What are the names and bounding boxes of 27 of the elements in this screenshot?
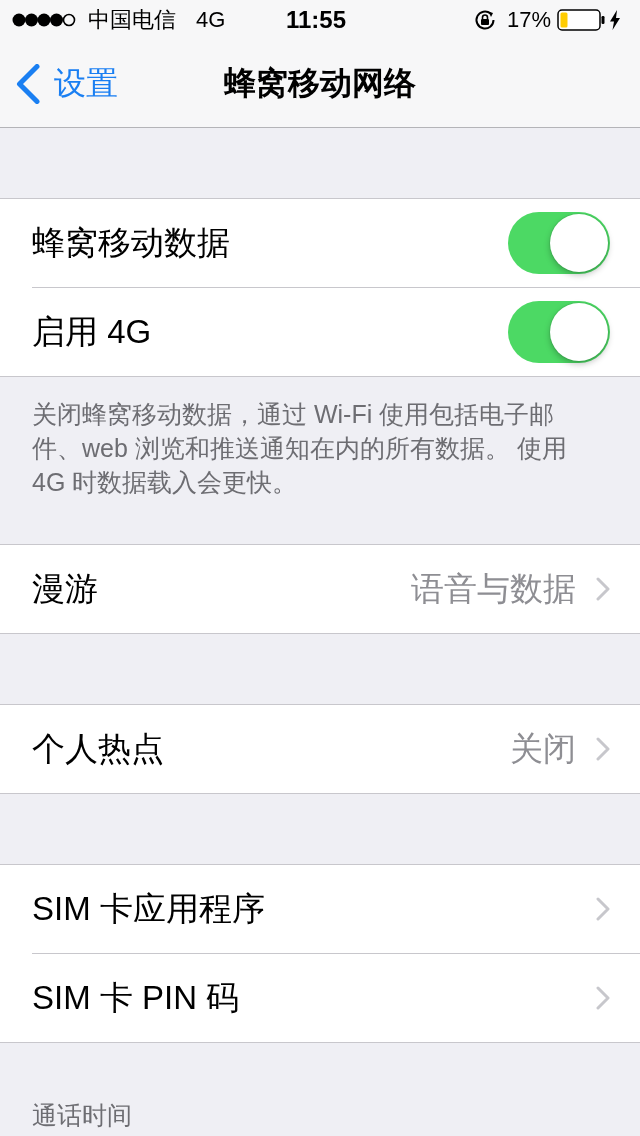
row-label: 蜂窝移动数据	[32, 222, 231, 263]
section-header: 通话时间	[31, 1100, 133, 1129]
battery-percentage: 17%	[506, 7, 551, 33]
rotation-lock-icon	[472, 8, 497, 32]
signal-icon	[12, 12, 76, 28]
row-value: 关闭	[510, 728, 576, 769]
network-type: 4G	[196, 7, 226, 33]
carrier-name: 中国电信	[88, 6, 176, 34]
chevron-left-icon	[16, 63, 40, 104]
chevron-right-icon	[596, 577, 610, 601]
row-label: SIM 卡 PIN 码	[32, 977, 241, 1018]
row-value: 语音与数据	[411, 568, 576, 609]
chevron-right-icon	[596, 737, 610, 761]
chevron-right-icon	[596, 986, 610, 1010]
back-button[interactable]: 设置	[0, 53, 124, 114]
battery-icon	[557, 9, 605, 31]
toggle-switch[interactable]	[508, 212, 610, 274]
row-label: 个人热点	[32, 728, 165, 769]
charging-bolt-icon	[610, 10, 620, 30]
row-label: 漫游	[32, 568, 99, 609]
toggle-switch[interactable]	[508, 301, 610, 363]
chevron-right-icon	[596, 897, 610, 921]
row-label: 启用 4G	[32, 311, 153, 352]
status-time: 11:55	[285, 6, 347, 34]
row-label: SIM 卡应用程序	[32, 888, 266, 929]
group-footer-text: 关闭蜂窝移动数据，通过 Wi-Fi 使用包括电子邮件、web 浏览和推送通知在内的所有数据。 使用 4G 时数据载入会更快。	[31, 399, 568, 498]
nav-title: 蜂窝移动网络	[224, 63, 416, 103]
